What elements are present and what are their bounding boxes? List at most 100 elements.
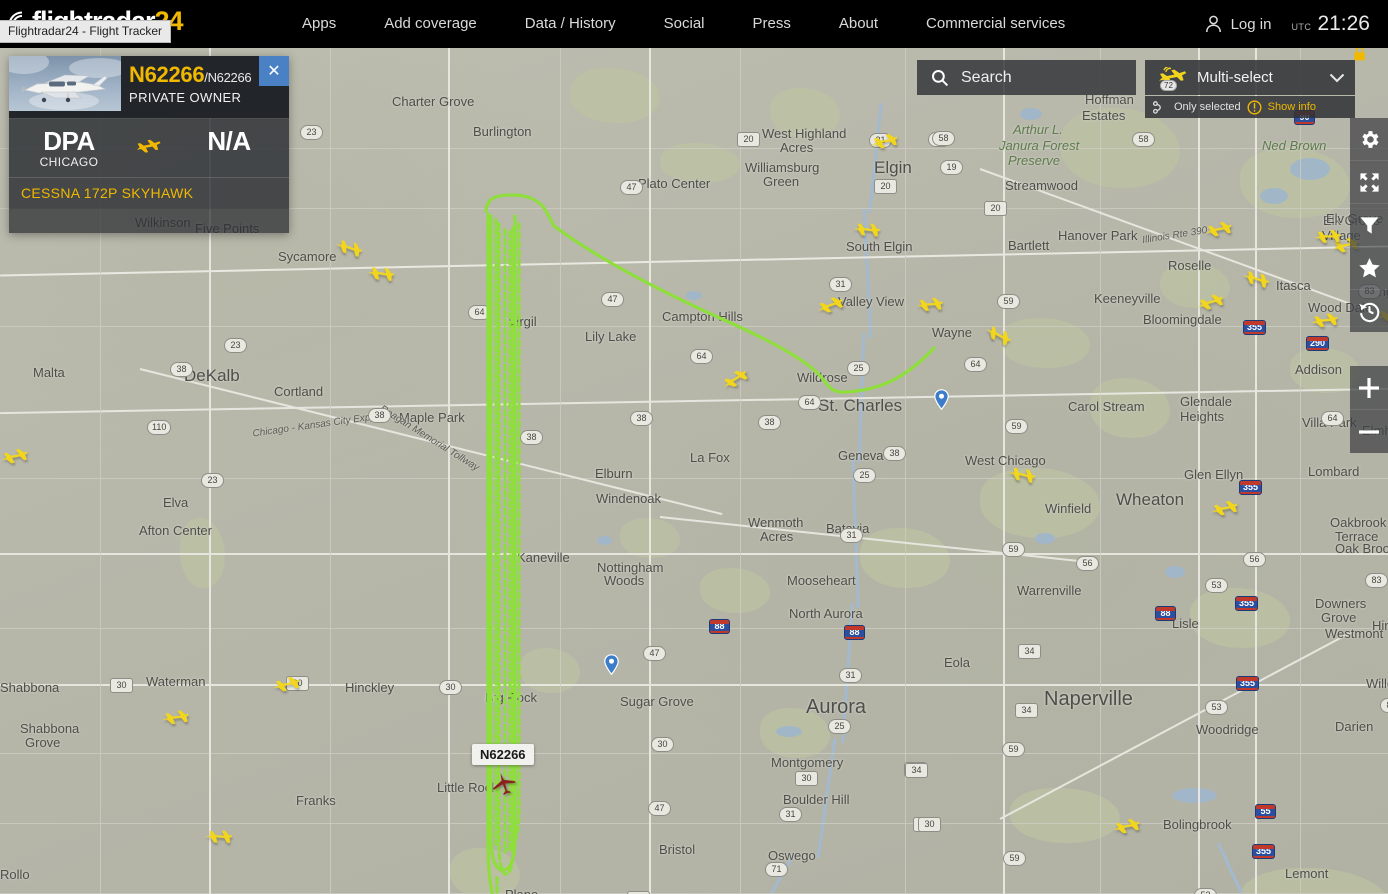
- highway-shield: 355: [1239, 480, 1263, 495]
- clock-time: 21:26: [1317, 12, 1370, 35]
- aircraft-marker[interactable]: [815, 294, 846, 320]
- zoom-out-button[interactable]: [1350, 410, 1388, 453]
- water-body: [1172, 788, 1217, 803]
- multi-select-panel[interactable]: 72 Multi-select Only selected Show info: [1145, 60, 1355, 118]
- playback-button[interactable]: [1350, 290, 1388, 332]
- cessna-illustration: [21, 74, 108, 103]
- departure-code: DPA: [43, 126, 95, 156]
- waypoint-pin-icon: [934, 389, 949, 410]
- aircraft-info-panel[interactable]: N62266/N62266 PRIVATE OWNER ✕ DPA CHICAG…: [9, 56, 289, 233]
- highway-shield: 83: [1380, 698, 1388, 713]
- show-info-label[interactable]: Show info: [1268, 101, 1316, 113]
- only-selected-label[interactable]: Only selected: [1174, 101, 1241, 113]
- highway-shield: 355: [1236, 676, 1260, 691]
- filters-button[interactable]: [1350, 204, 1388, 247]
- fullscreen-button[interactable]: [1350, 161, 1388, 204]
- highway-shield: 25: [847, 361, 870, 376]
- close-icon[interactable]: ✕: [259, 56, 289, 86]
- settings-button[interactable]: [1350, 118, 1388, 161]
- aircraft-marker[interactable]: [1204, 220, 1232, 242]
- water-body: [597, 536, 612, 545]
- aircraft-marker[interactable]: [1311, 225, 1342, 252]
- zoom-controls[interactable]: [1350, 366, 1388, 453]
- highway-shield: 64: [468, 305, 491, 320]
- aircraft-marker[interactable]: [160, 707, 190, 731]
- road: [1300, 48, 1301, 894]
- menu-item-data-history[interactable]: Data / History: [501, 0, 640, 48]
- highway-shield: 25: [853, 468, 876, 483]
- highway-shield: 59: [1002, 742, 1025, 757]
- arrival-block: N/A: [169, 127, 289, 155]
- aircraft-marker[interactable]: [1195, 292, 1225, 316]
- menu-item-commercial-services[interactable]: Commercial services: [902, 0, 1089, 48]
- info-panel-header: N62266/N62266 PRIVATE OWNER ✕: [9, 56, 289, 118]
- login-button[interactable]: Log in: [1205, 15, 1271, 33]
- clock-zone-label: UTC: [1291, 22, 1312, 32]
- multi-select-aircraft-icon: 72: [1157, 65, 1187, 91]
- highway-shield: 53: [1205, 700, 1228, 715]
- road: [1003, 48, 1005, 894]
- route-section: DPA CHICAGO N/A: [9, 118, 289, 177]
- plane-route-icon: [136, 138, 162, 163]
- search-label: Search: [961, 68, 1012, 86]
- vegetation-patch: [660, 143, 740, 183]
- highway-shield: 58: [932, 131, 955, 146]
- menu-item-press[interactable]: Press: [729, 0, 815, 48]
- highway-shield: 34: [1018, 644, 1041, 659]
- road: [1255, 48, 1257, 894]
- highway-shield: 38: [630, 411, 653, 426]
- main-menu[interactable]: Apps Add coverage Data / History Social Pres…: [278, 0, 1089, 48]
- highway-shield: 23: [224, 338, 247, 353]
- aircraft-marker[interactable]: [870, 132, 898, 154]
- browser-status-tooltip: Flightradar24 - Flight Tracker: [0, 20, 172, 43]
- road: [649, 48, 651, 894]
- highway-shield: 20: [874, 179, 897, 194]
- highway-shield: 30: [110, 678, 133, 693]
- aircraft-marker[interactable]: [914, 293, 945, 319]
- highway-shield: 23: [300, 125, 323, 140]
- highway-shield: 47: [648, 801, 671, 816]
- highway-shield: 34: [1015, 703, 1038, 718]
- search-box[interactable]: Search: [917, 60, 1136, 95]
- highway-shield: 88: [1155, 606, 1176, 621]
- water-body: [776, 726, 802, 737]
- chevron-down-icon[interactable]: [1329, 73, 1345, 83]
- highway-shield: 53: [1194, 888, 1217, 894]
- menu-item-add-coverage[interactable]: Add coverage: [360, 0, 501, 48]
- aircraft-marker[interactable]: [1112, 817, 1140, 839]
- selected-aircraft-callsign[interactable]: N62266: [472, 744, 534, 765]
- favorites-button[interactable]: [1350, 247, 1388, 290]
- highway-shield: 31: [840, 528, 863, 543]
- aircraft-marker[interactable]: [0, 447, 28, 469]
- multi-select-header[interactable]: 72 Multi-select: [1145, 60, 1355, 95]
- water-body: [1165, 566, 1185, 578]
- highway-shield: 38: [758, 415, 781, 430]
- highway-shield: 58: [1132, 132, 1155, 147]
- plus-icon: [1359, 377, 1379, 398]
- highway-shield: 110: [147, 420, 172, 435]
- water-body: [1290, 158, 1330, 180]
- highway-shield: 20: [984, 201, 1007, 216]
- zoom-in-button[interactable]: [1350, 366, 1388, 410]
- menu-item-social[interactable]: Social: [640, 0, 729, 48]
- menu-item-about[interactable]: About: [815, 0, 902, 48]
- highway-shield: 290: [1306, 336, 1330, 351]
- history-icon: [1358, 302, 1379, 322]
- water-body: [686, 291, 702, 300]
- show-info-icon: [1247, 99, 1262, 115]
- highway-shield: 31: [839, 668, 862, 683]
- star-icon: [1358, 257, 1380, 278]
- filter-icon: [1359, 216, 1379, 234]
- map-tools-toolbar[interactable]: [1350, 118, 1388, 332]
- highway-shield: 31: [779, 807, 802, 822]
- aircraft-marker[interactable]: [272, 675, 300, 697]
- road: [330, 48, 331, 894]
- aircraft-type-section: CESSNA 172P SKYHAWK: [9, 177, 289, 209]
- water-body: [1020, 108, 1042, 120]
- highway-shield: 59: [1002, 542, 1025, 557]
- menu-item-apps[interactable]: Apps: [278, 0, 360, 48]
- aircraft-marker[interactable]: [1309, 310, 1339, 334]
- top-navigation-bar: flightradar24 LIVE AIR TRAFFIC AppsAdd c…: [0, 0, 1388, 48]
- highway-shield: 59: [997, 294, 1020, 309]
- aircraft-marker[interactable]: [1210, 499, 1238, 521]
